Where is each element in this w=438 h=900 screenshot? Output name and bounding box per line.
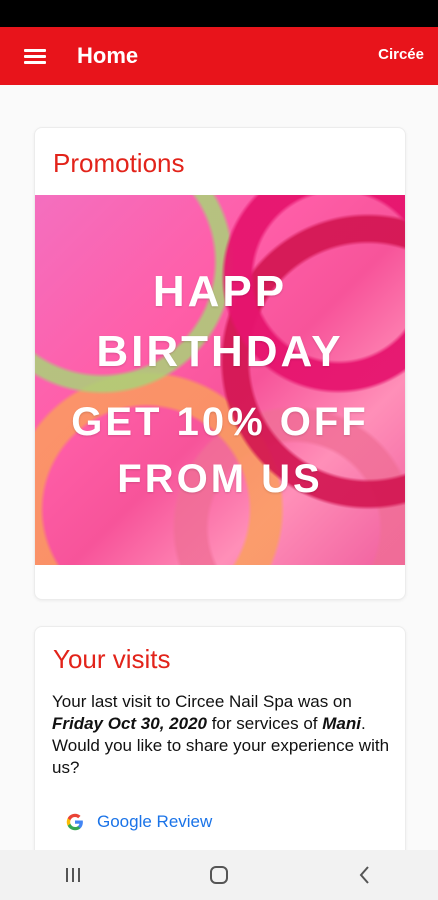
visits-card: Your visits Your last visit to Circee Na… (34, 626, 406, 850)
visit-message: Your last visit to Circee Nail Spa was o… (52, 691, 397, 779)
google-review-label: Google Review (97, 812, 213, 831)
main-content[interactable]: Promotions HAPP BIRTHDAY GET 10% OFF FRO… (0, 85, 438, 850)
app-bar: Home Circée (0, 27, 438, 85)
back-chevron-icon[interactable] (335, 850, 395, 900)
banner-line: BIRTHDAY (96, 327, 344, 376)
hamburger-menu-icon[interactable] (0, 27, 70, 85)
visit-text-prefix: Your last visit to Circee Nail Spa was o… (52, 692, 352, 711)
banner-line: GET 10% OFF (71, 400, 369, 444)
banner-line: FROM US (117, 457, 323, 501)
promotion-banner-image[interactable]: HAPP BIRTHDAY GET 10% OFF FROM US (35, 195, 405, 565)
visit-date: Friday Oct 30, 2020 (52, 714, 207, 733)
status-bar (0, 0, 438, 27)
google-g-icon (65, 812, 85, 832)
banner-line: HAPP (152, 267, 288, 316)
recents-icon[interactable] (43, 850, 103, 900)
promotions-card: Promotions HAPP BIRTHDAY GET 10% OFF FRO… (34, 127, 406, 600)
visit-service: Mani (322, 714, 361, 733)
promotions-title: Promotions (53, 148, 185, 178)
system-nav-bar (0, 850, 438, 900)
visit-text-middle: for services of (206, 714, 323, 733)
visits-title: Your visits (53, 644, 171, 674)
google-review-button[interactable]: Google Review (65, 812, 212, 832)
page-title: Home (77, 43, 139, 68)
home-circle-icon[interactable] (189, 850, 249, 900)
brand-link[interactable]: Circée (378, 46, 424, 63)
